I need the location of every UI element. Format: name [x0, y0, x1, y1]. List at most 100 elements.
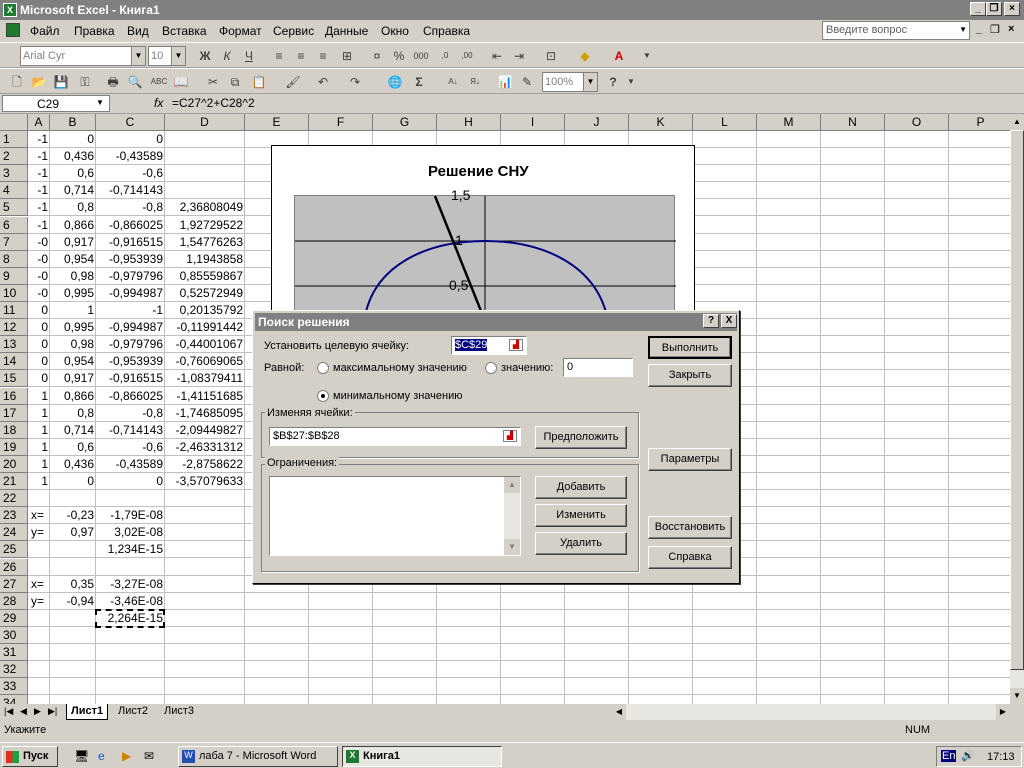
guess-button[interactable]: Предположить: [535, 426, 627, 449]
scroll-thumb[interactable]: [1010, 130, 1024, 670]
horizontal-scrollbar[interactable]: ◀ ▶: [612, 704, 1010, 720]
column-header-a[interactable]: A: [28, 114, 50, 131]
cell[interactable]: 0,436: [50, 148, 94, 165]
cell[interactable]: 0,954: [50, 251, 94, 268]
cell[interactable]: -0,979796: [96, 268, 163, 285]
cell[interactable]: -0,866025: [96, 388, 163, 405]
tray-icon[interactable]: 🔊: [961, 749, 975, 762]
cell[interactable]: -1: [28, 182, 48, 199]
chart-title[interactable]: Решение СНУ: [428, 163, 529, 180]
cell[interactable]: 0: [96, 131, 163, 148]
cell[interactable]: 0,995: [50, 319, 94, 336]
toolbar-options-icon[interactable]: ▼: [638, 47, 656, 65]
font-color-icon[interactable]: A: [610, 47, 628, 65]
restore-button[interactable]: ❐: [986, 2, 1002, 16]
align-right-icon[interactable]: ≡: [314, 47, 332, 65]
help-button[interactable]: Справка: [648, 546, 732, 569]
chart-wizard-icon[interactable]: 📊: [496, 73, 514, 91]
cell[interactable]: -0,23: [50, 507, 94, 524]
row-header[interactable]: 3: [0, 165, 28, 183]
prev-sheet-icon[interactable]: ◀: [20, 706, 27, 717]
row-header[interactable]: 9: [0, 267, 28, 285]
value-radio-label[interactable]: значению:: [501, 362, 553, 374]
row-header[interactable]: 20: [0, 455, 28, 473]
cell[interactable]: -0,866025: [96, 217, 163, 234]
row-header[interactable]: 4: [0, 182, 28, 200]
row-header[interactable]: 28: [0, 592, 28, 610]
delete-button[interactable]: Удалить: [535, 532, 627, 555]
cell[interactable]: y=: [31, 593, 44, 610]
cell[interactable]: 1: [28, 422, 48, 439]
cell[interactable]: 0,85559867: [165, 268, 243, 285]
align-left-icon[interactable]: ≡: [270, 47, 288, 65]
cell[interactable]: -0,6: [96, 439, 163, 456]
row-header[interactable]: 22: [0, 490, 28, 508]
next-sheet-icon[interactable]: ▶: [34, 706, 41, 717]
task-word[interactable]: W лаба 7 - Microsoft Word: [178, 746, 338, 767]
collapse-dialog-icon[interactable]: ▟: [509, 339, 523, 351]
cell[interactable]: 1: [28, 473, 48, 490]
task-excel[interactable]: X Книга1: [342, 746, 502, 767]
format-painter-icon[interactable]: 🖌: [284, 73, 302, 91]
cell[interactable]: -0,994987: [96, 285, 163, 302]
row-header[interactable]: 21: [0, 473, 28, 490]
cell[interactable]: 0,954: [50, 353, 94, 370]
column-header-m[interactable]: M: [757, 114, 821, 131]
cell[interactable]: -3,46E-08: [96, 593, 163, 610]
workbook-icon[interactable]: [6, 23, 20, 37]
scroll-down-icon[interactable]: ▼: [504, 539, 520, 555]
cell[interactable]: -0,979796: [96, 336, 163, 353]
open-icon[interactable]: 📂: [30, 73, 48, 91]
name-box[interactable]: C29: [2, 95, 110, 112]
fill-color-icon[interactable]: ◆: [576, 47, 594, 65]
cell[interactable]: 1,1943858: [165, 251, 243, 268]
row-header[interactable]: 32: [0, 661, 28, 679]
sort-desc-icon[interactable]: Я↓: [466, 73, 484, 91]
cell[interactable]: 0: [50, 131, 94, 148]
row-header[interactable]: 18: [0, 421, 28, 439]
cell[interactable]: -2,46331312: [165, 439, 243, 456]
value-radio[interactable]: [485, 362, 497, 374]
chevron-down-icon[interactable]: ▼: [96, 98, 104, 107]
reset-all-button[interactable]: Восстановить: [648, 516, 732, 539]
column-header-b[interactable]: B: [50, 114, 96, 131]
cell[interactable]: -1,79E-08: [96, 507, 163, 524]
cell[interactable]: 0: [28, 353, 48, 370]
cell[interactable]: 1: [28, 405, 48, 422]
menu-file[interactable]: Файл: [30, 24, 60, 38]
cell[interactable]: 0,98: [50, 336, 94, 353]
column-header-n[interactable]: N: [821, 114, 885, 131]
cell[interactable]: 0,6: [50, 439, 94, 456]
cell[interactable]: -1,41151685: [165, 388, 243, 405]
add-button[interactable]: Добавить: [535, 476, 627, 499]
max-radio-label[interactable]: максимальному значению: [333, 362, 467, 374]
column-header-f[interactable]: F: [309, 114, 373, 131]
scroll-left-icon[interactable]: ◀: [612, 704, 626, 720]
cell[interactable]: -0: [28, 285, 48, 302]
cell[interactable]: 0: [96, 473, 163, 490]
undo-icon[interactable]: ↶: [314, 73, 332, 91]
row-header[interactable]: 12: [0, 319, 28, 337]
autosum-icon[interactable]: Σ: [410, 73, 428, 91]
column-header-k[interactable]: K: [629, 114, 693, 131]
row-header[interactable]: 29: [0, 609, 28, 627]
cell[interactable]: 1,234E-15: [96, 541, 163, 558]
row-header[interactable]: 15: [0, 370, 28, 388]
cell[interactable]: 2,36808049: [165, 199, 243, 216]
cell[interactable]: -1,74685095: [165, 405, 243, 422]
decrease-decimal-icon[interactable]: ,00: [458, 47, 476, 65]
cell[interactable]: -0: [28, 234, 48, 251]
font-name-select[interactable]: Arial Cyr ▼: [20, 46, 146, 66]
cell[interactable]: -0,916515: [96, 234, 163, 251]
cell[interactable]: -1: [28, 165, 48, 182]
thousands-icon[interactable]: 000: [412, 47, 430, 65]
row-header[interactable]: 7: [0, 233, 28, 251]
ie-icon[interactable]: e: [98, 749, 105, 763]
cell[interactable]: -1: [28, 148, 48, 165]
column-header-l[interactable]: L: [693, 114, 757, 131]
cell[interactable]: -0,994987: [96, 319, 163, 336]
cell[interactable]: 1: [28, 388, 48, 405]
column-header-c[interactable]: C: [96, 114, 165, 131]
cell[interactable]: 1,54776263: [165, 234, 243, 251]
cell[interactable]: 0,8: [50, 199, 94, 216]
